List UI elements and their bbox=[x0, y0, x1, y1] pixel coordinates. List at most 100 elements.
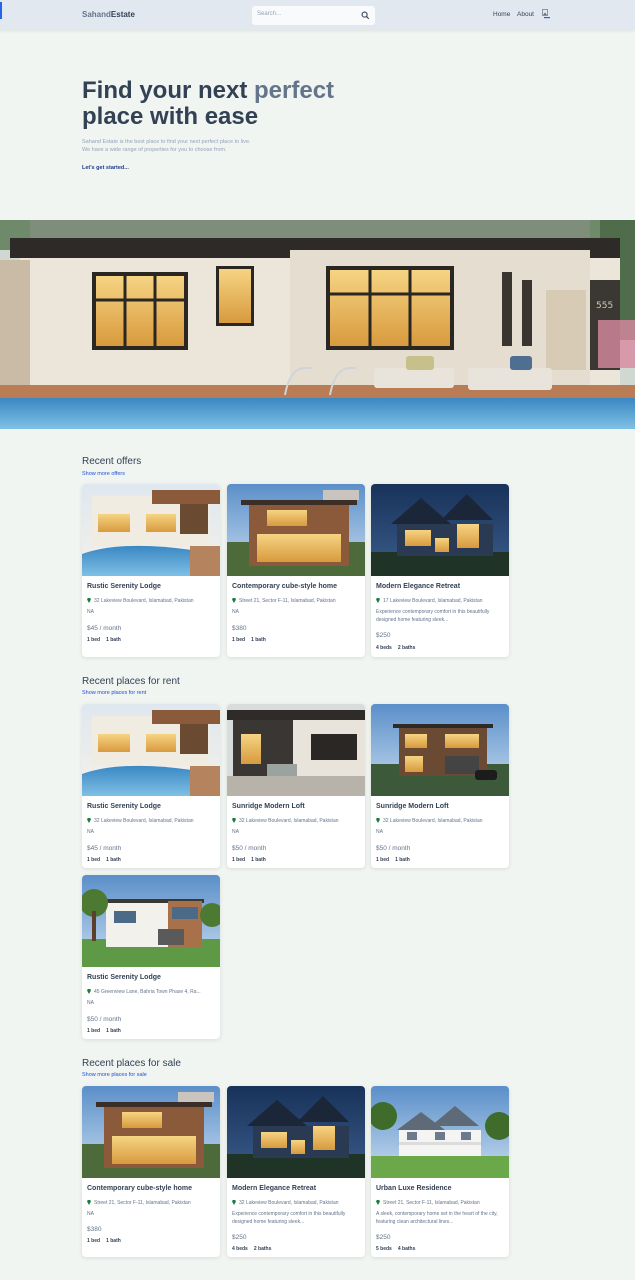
listing-baths: 1 bath bbox=[106, 857, 121, 863]
listing-address: 17 Lakeview Boulevard, Islamabad, Pakist… bbox=[376, 598, 506, 604]
listing-features: 1 bed 1 bath bbox=[87, 1028, 121, 1034]
site-logo[interactable]: SahandEstate bbox=[82, 10, 135, 19]
listing-image[interactable] bbox=[82, 484, 220, 576]
listing-card[interactable]: Sunridge Modern Loft 32 Lakeview Bouleva… bbox=[227, 704, 365, 868]
listing-beds: 1 bed bbox=[87, 637, 101, 643]
listing-image[interactable] bbox=[371, 484, 509, 576]
listing-beds: 5 beds bbox=[376, 1246, 392, 1252]
listing-description: NA bbox=[232, 829, 239, 835]
listing-features: 5 beds 4 baths bbox=[376, 1246, 415, 1252]
hero-title: Find your next perfect place with ease bbox=[82, 78, 334, 130]
listing-baths: 1 bath bbox=[106, 637, 121, 643]
listing-card[interactable]: Urban Luxe Residence Street 21, Sector F… bbox=[371, 1086, 509, 1257]
listing-beds: 1 bed bbox=[87, 857, 101, 863]
listing-baths: 1 bath bbox=[106, 1238, 121, 1244]
listing-description: NA bbox=[87, 1000, 94, 1006]
listing-address-text: 32 Lakeview Boulevard, Islamabad, Pakist… bbox=[94, 598, 194, 604]
listing-address: 32 Lakeview Boulevard, Islamabad, Pakist… bbox=[87, 818, 217, 824]
listing-image[interactable] bbox=[227, 484, 365, 576]
listing-price: $50 / month bbox=[376, 845, 411, 852]
search-input[interactable]: Search... bbox=[257, 11, 281, 17]
listing-address: Street 21, Sector F-11, Islamabad, Pakis… bbox=[87, 1200, 217, 1206]
search-icon[interactable] bbox=[361, 11, 370, 20]
listing-address-text: Street 21, Sector F-11, Islamabad, Pakis… bbox=[239, 598, 336, 604]
listing-description: Experience contemporary comfort in this … bbox=[232, 1211, 346, 1225]
listing-address-text: Street 21, Sector F-11, Islamabad, Pakis… bbox=[94, 1200, 191, 1206]
listing-address: Street 21, Sector F-11, Islamabad, Pakis… bbox=[376, 1200, 506, 1206]
location-pin-icon bbox=[232, 598, 236, 603]
listing-features: 1 bed 1 bath bbox=[232, 857, 266, 863]
listing-card[interactable]: Modern Elegance Retreat 32 Lakeview Boul… bbox=[227, 1086, 365, 1257]
location-pin-icon bbox=[87, 818, 91, 823]
listing-name[interactable]: Sunridge Modern Loft bbox=[376, 803, 449, 810]
hero-title-highlight: perfect bbox=[254, 77, 335, 104]
listing-price: $250 bbox=[376, 1234, 391, 1241]
listing-name[interactable]: Urban Luxe Residence bbox=[376, 1185, 451, 1192]
listing-name[interactable]: Rustic Serenity Lodge bbox=[87, 803, 161, 810]
listing-card[interactable]: Rustic Serenity Lodge 45 Greenview Lane,… bbox=[82, 875, 220, 1039]
listing-card[interactable]: Rustic Serenity Lodge 32 Lakeview Boulev… bbox=[82, 704, 220, 868]
listing-image[interactable] bbox=[371, 1086, 509, 1178]
listing-beds: 1 bed bbox=[232, 637, 246, 643]
logo-part-2[interactable]: Estate bbox=[111, 10, 135, 19]
location-pin-icon bbox=[87, 598, 91, 603]
listing-price: $250 bbox=[376, 632, 391, 639]
listing-baths: 1 bath bbox=[251, 637, 266, 643]
listing-price: $380 bbox=[87, 1226, 102, 1233]
listing-image[interactable] bbox=[82, 704, 220, 796]
user-avatar-icon[interactable] bbox=[542, 9, 551, 20]
nav-about-link[interactable]: About bbox=[517, 11, 534, 18]
show-more-sale-link[interactable]: Show more places for sale bbox=[82, 1072, 147, 1078]
listing-price: $250 bbox=[232, 1234, 247, 1241]
show-more-offers-link[interactable]: Show more offers bbox=[82, 471, 125, 477]
listing-price: $45 / month bbox=[87, 845, 122, 852]
listing-description: NA bbox=[87, 1211, 94, 1217]
listing-image[interactable] bbox=[227, 704, 365, 796]
hero-subtitle: Sahand Estate is the best place to find … bbox=[82, 138, 322, 154]
listing-address: 32 Lakeview Boulevard, Islamabad, Pakist… bbox=[232, 818, 362, 824]
listing-baths: 1 bath bbox=[395, 857, 410, 863]
listing-features: 1 bed 1 bath bbox=[87, 857, 121, 863]
listing-name[interactable]: Sunridge Modern Loft bbox=[232, 803, 305, 810]
header-accent-bar bbox=[0, 2, 2, 19]
listing-address: Street 21, Sector F-11, Islamabad, Pakis… bbox=[232, 598, 362, 604]
listing-address: 45 Greenview Lane, Bahria Town Phase 4, … bbox=[87, 989, 217, 995]
listing-name[interactable]: Contemporary cube-style home bbox=[87, 1185, 192, 1192]
listing-beds: 1 bed bbox=[376, 857, 390, 863]
sale-section-title: Recent places for sale bbox=[82, 1058, 181, 1069]
listing-card[interactable]: Sunridge Modern Loft 32 Lakeview Bouleva… bbox=[371, 704, 509, 868]
hero-title-part1: Find your next bbox=[82, 77, 255, 104]
listing-name[interactable]: Modern Elegance Retreat bbox=[376, 583, 460, 590]
listing-features: 1 bed 1 bath bbox=[232, 637, 266, 643]
listing-address-text: 32 Lakeview Boulevard, Islamabad, Pakist… bbox=[239, 818, 339, 824]
listing-card[interactable]: Rustic Serenity Lodge 32 Lakeview Boulev… bbox=[82, 484, 220, 657]
listing-image[interactable] bbox=[82, 875, 220, 967]
get-started-link[interactable]: Let's get started... bbox=[82, 165, 129, 171]
listing-description: NA bbox=[87, 829, 94, 835]
listing-price: $45 / month bbox=[87, 625, 122, 632]
listing-image[interactable] bbox=[227, 1086, 365, 1178]
listing-address: 32 Lakeview Boulevard, Islamabad, Pakist… bbox=[376, 818, 506, 824]
listing-name[interactable]: Modern Elegance Retreat bbox=[232, 1185, 316, 1192]
listing-description: NA bbox=[376, 829, 383, 835]
logo-part-1[interactable]: Sahand bbox=[82, 10, 111, 19]
listing-baths: 2 baths bbox=[397, 645, 416, 651]
nav-home-link[interactable]: Home bbox=[493, 11, 510, 18]
listing-address: 32 Lakeview Boulevard, Islamabad, Pakist… bbox=[232, 1200, 362, 1206]
listing-image[interactable] bbox=[82, 1086, 220, 1178]
listing-name[interactable]: Contemporary cube-style home bbox=[232, 583, 337, 590]
search-box[interactable]: Search... bbox=[252, 6, 375, 25]
listing-features: 1 bed 1 bath bbox=[376, 857, 410, 863]
listing-name[interactable]: Rustic Serenity Lodge bbox=[87, 583, 161, 590]
hero-banner-image: 555 bbox=[0, 220, 635, 429]
listing-card[interactable]: Contemporary cube-style home Street 21, … bbox=[227, 484, 365, 657]
listing-baths: 2 baths bbox=[253, 1246, 272, 1252]
listing-card[interactable]: Contemporary cube-style home Street 21, … bbox=[82, 1086, 220, 1257]
listing-card[interactable]: Modern Elegance Retreat 17 Lakeview Boul… bbox=[371, 484, 509, 657]
listing-description: NA bbox=[232, 609, 239, 615]
listing-beds: 1 bed bbox=[87, 1238, 101, 1244]
show-more-rent-link[interactable]: Show more places for rent bbox=[82, 690, 146, 696]
location-pin-icon bbox=[87, 989, 91, 994]
listing-name[interactable]: Rustic Serenity Lodge bbox=[87, 974, 161, 981]
listing-image[interactable] bbox=[371, 704, 509, 796]
